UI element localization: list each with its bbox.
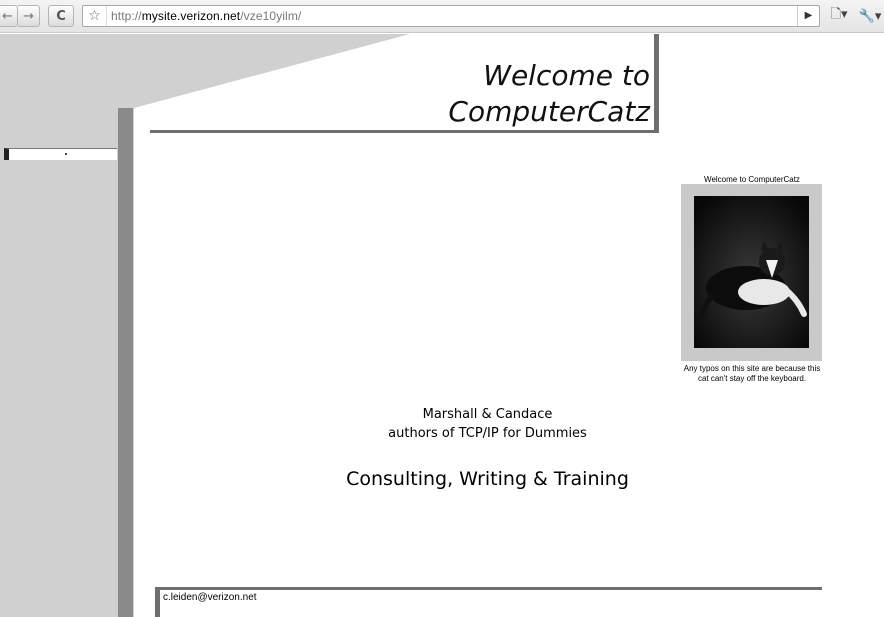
title-vertical-rule	[654, 34, 659, 133]
photo-caption-top: Welcome to ComputerCatz	[704, 175, 800, 184]
footer-rule-left	[155, 587, 160, 617]
footer-rule	[155, 587, 822, 590]
authors-names: Marshall & Candace	[422, 407, 553, 422]
email-link[interactable]: c.leiden@verizon.net	[163, 592, 257, 603]
url-path: /vze10yilm/	[240, 9, 302, 23]
header-wedge-shape	[134, 34, 410, 108]
url-host: mysite.verizon.net	[141, 9, 241, 23]
cat-photo-frame	[681, 184, 822, 361]
nav-box[interactable]	[4, 148, 117, 160]
page-menu-button[interactable]: 🗋▾	[826, 5, 852, 27]
back-arrow-icon: ←	[2, 8, 13, 24]
forward-button[interactable]: →	[18, 5, 40, 27]
nav-dot	[65, 153, 67, 155]
bookmark-star-icon[interactable]: ☆	[83, 6, 107, 26]
back-button[interactable]: ←	[0, 5, 18, 27]
address-bar[interactable]: ☆ http://mysite.verizon.net/vze10yilm/ ▶	[82, 5, 820, 27]
wrench-icon: 🔧▾	[858, 8, 882, 24]
photo-caption-bottom: Any typos on this site are because this …	[683, 364, 821, 383]
cat-photo	[694, 196, 809, 348]
authors-book: authors of TCP/IP for Dummies	[388, 426, 587, 441]
url-text[interactable]: http://mysite.verizon.net/vze10yilm/	[107, 9, 301, 23]
go-button[interactable]: ▶	[797, 6, 819, 26]
left-dark-bar	[118, 108, 133, 617]
tagline: Consulting, Writing & Training	[346, 468, 629, 490]
title-rule	[150, 130, 658, 133]
browser-toolbar: ← → C ☆ http://mysite.verizon.net/vze10y…	[0, 0, 884, 33]
cat-photo-image	[694, 196, 809, 348]
url-scheme: http://	[111, 9, 142, 23]
reload-button[interactable]: C	[48, 5, 74, 27]
title-line-1: Welcome to	[483, 59, 650, 92]
page-icon: 🗋▾	[830, 7, 848, 22]
reload-icon: C	[56, 8, 66, 24]
page-title: Welcome to ComputerCatz	[380, 58, 650, 130]
web-page: Welcome to ComputerCatz Welcome to Compu…	[0, 34, 884, 617]
wrench-menu-button[interactable]: 🔧▾	[856, 5, 884, 27]
authors-block: Marshall & Candace authors of TCP/IP for…	[330, 405, 645, 443]
title-line-2: ComputerCatz	[448, 95, 650, 128]
forward-arrow-icon: →	[23, 8, 34, 24]
